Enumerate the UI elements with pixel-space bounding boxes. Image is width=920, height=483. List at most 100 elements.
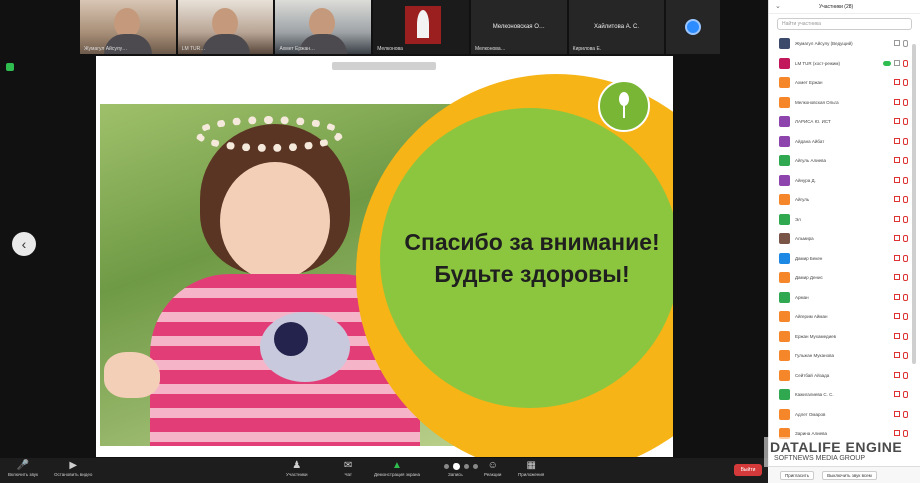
- mute-all-button[interactable]: Выключить звук всем: [822, 470, 877, 480]
- page-dots[interactable]: [444, 463, 478, 470]
- participant-list-name: Дамир Денис: [795, 275, 823, 281]
- mic-muted-icon: [903, 118, 908, 125]
- participant-list-item[interactable]: Эл: [769, 210, 920, 230]
- participant-tile[interactable]: Хайлитова А. С. Кирилова Е.: [568, 0, 665, 54]
- participant-tile[interactable]: Мелконовская О… Мелконова…: [470, 0, 567, 54]
- participant-status-icons: [894, 196, 908, 203]
- participant-list-item[interactable]: Кажигалиева С. С.: [769, 385, 920, 405]
- video-button[interactable]: ▶ Остановить видео: [54, 460, 92, 477]
- participant-list-item[interactable]: Айдана Айбат: [769, 132, 920, 152]
- video-off-icon: [894, 176, 900, 183]
- participant-list-item[interactable]: Айгуль: [769, 190, 920, 210]
- mic-muted-icon: [903, 410, 908, 418]
- shared-screen-slide: Спасибо за внимание! Будьте здоровы!: [96, 56, 673, 457]
- invite-button[interactable]: Пригласить: [780, 470, 815, 480]
- apps-button[interactable]: ▦ Приложения: [518, 460, 544, 477]
- participant-list-item[interactable]: Альмира: [769, 229, 920, 249]
- video-off-icon: [894, 196, 900, 202]
- mic-muted-icon: [903, 293, 908, 301]
- participant-list-item[interactable]: Дамир Денис: [769, 268, 920, 288]
- tree-logo-icon: [598, 80, 650, 132]
- participant-status-icons: [894, 79, 908, 86]
- page-dot[interactable]: [473, 464, 478, 469]
- chevron-down-icon[interactable]: ⌄: [775, 2, 781, 10]
- participant-status-icons: [894, 215, 908, 223]
- video-off-icon: [894, 215, 900, 222]
- zoom-window: Жумагул Айсулу… LM TUR… Ахмет Ержан… Мел…: [0, 0, 920, 483]
- participant-body: [201, 34, 250, 54]
- video-off-icon: [894, 332, 900, 339]
- participant-avatar: [779, 389, 790, 401]
- participant-list-item[interactable]: Айнура Д.: [769, 171, 920, 191]
- participant-avatar: [779, 350, 790, 362]
- participant-status-icons: [894, 410, 908, 418]
- participant-list-item[interactable]: ЛАРИСА Ю. ИСТ: [769, 112, 920, 132]
- page-dot-active[interactable]: [453, 463, 460, 470]
- participant-avatar: [779, 369, 790, 381]
- participant-list-item[interactable]: LM TUR (хост-режим): [769, 54, 920, 74]
- toolbar-label: Участники: [286, 472, 308, 477]
- participant-list-item[interactable]: Арман: [769, 288, 920, 308]
- participant-list-item[interactable]: Адлет Омаров: [769, 405, 920, 425]
- participant-avatar: [779, 311, 790, 323]
- participant-avatar: [779, 57, 790, 69]
- participant-list-name: Айгерим Айман: [795, 314, 828, 320]
- participant-list-item[interactable]: Ержан Мухамедиев: [769, 327, 920, 347]
- photo-flower-crown: [194, 116, 344, 152]
- previous-page-button[interactable]: ‹: [12, 232, 36, 256]
- participant-status-icons: [894, 332, 908, 340]
- chat-button[interactable]: ✉ Чат: [344, 460, 352, 477]
- participant-status-icons: [894, 391, 908, 398]
- participant-avatar: [779, 233, 790, 245]
- participant-list-name: LM TUR (хост-режим): [795, 60, 840, 66]
- mic-muted-icon: [903, 371, 908, 379]
- participant-avatar: [779, 174, 790, 186]
- participant-avatar: [779, 96, 790, 108]
- participant-list-item[interactable]: Сейтбай Айзада: [769, 366, 920, 386]
- slide-message: Спасибо за внимание! Будьте здоровы!: [382, 226, 673, 290]
- participant-status-icons: [894, 235, 908, 242]
- participant-status-icons: [894, 293, 908, 301]
- participant-avatar: [779, 252, 790, 264]
- participant-list-item[interactable]: Айгерим Айман: [769, 307, 920, 327]
- participant-tile[interactable]: Мелконова: [373, 0, 469, 54]
- meeting-area: Жумагул Айсулу… LM TUR… Ахмет Ержан… Мел…: [0, 0, 768, 458]
- participant-tile[interactable]: Жумагул Айсулу…: [80, 0, 176, 54]
- participant-avatar: [779, 38, 790, 50]
- page-dot[interactable]: [464, 464, 469, 469]
- video-off-icon: [894, 59, 900, 66]
- participant-status-icons: [883, 59, 908, 67]
- participant-list-name: Эл: [795, 216, 801, 222]
- share-screen-button[interactable]: ▲ Демонстрация экрана: [374, 460, 420, 477]
- leave-meeting-button[interactable]: Выйти: [734, 464, 762, 476]
- participant-list-item[interactable]: Айгуль Алиева: [769, 151, 920, 171]
- participant-list-item[interactable]: Ахмет Ержан: [769, 73, 920, 93]
- participant-list-item[interactable]: Мелконовская Ольга: [769, 93, 920, 113]
- participant-status-icons: [894, 313, 908, 320]
- participant-tile[interactable]: LM TUR…: [177, 0, 274, 54]
- security-shield-icon[interactable]: [6, 63, 14, 71]
- participant-status-icons: [894, 118, 908, 125]
- participant-tile[interactable]: Ахмет Ержан…: [275, 0, 372, 54]
- participant-search-input[interactable]: Найти участника: [777, 18, 912, 30]
- participant-avatar: [779, 213, 790, 225]
- participant-name: Мелконова: [377, 46, 403, 52]
- mic-muted-icon: [903, 313, 908, 320]
- reactions-button[interactable]: ☺ Реакции: [484, 460, 501, 477]
- share-icon: ▲: [392, 460, 402, 471]
- participant-list-item[interactable]: Гульжан Муканова: [769, 346, 920, 366]
- mic-muted-icon: [903, 430, 908, 437]
- participant-status-icons: [894, 98, 908, 106]
- mic-muted-icon: [903, 235, 908, 242]
- share-status-bar[interactable]: [332, 62, 436, 70]
- panel-scrollbar[interactable]: [912, 44, 916, 364]
- mic-muted-icon: [903, 274, 908, 281]
- next-page-tile[interactable]: [666, 0, 721, 54]
- participant-status-icons: [894, 176, 908, 184]
- participants-button[interactable]: ♟ Участники: [286, 460, 308, 477]
- participant-list-item[interactable]: Жумагул Айсулу (Ведущий): [769, 34, 920, 54]
- participant-list-item[interactable]: Дамир Бекен: [769, 249, 920, 269]
- page-dot[interactable]: [444, 464, 449, 469]
- participant-list-name: Гульжан Муканова: [795, 353, 834, 359]
- mute-button[interactable]: 🎤 Включить звук: [8, 460, 38, 477]
